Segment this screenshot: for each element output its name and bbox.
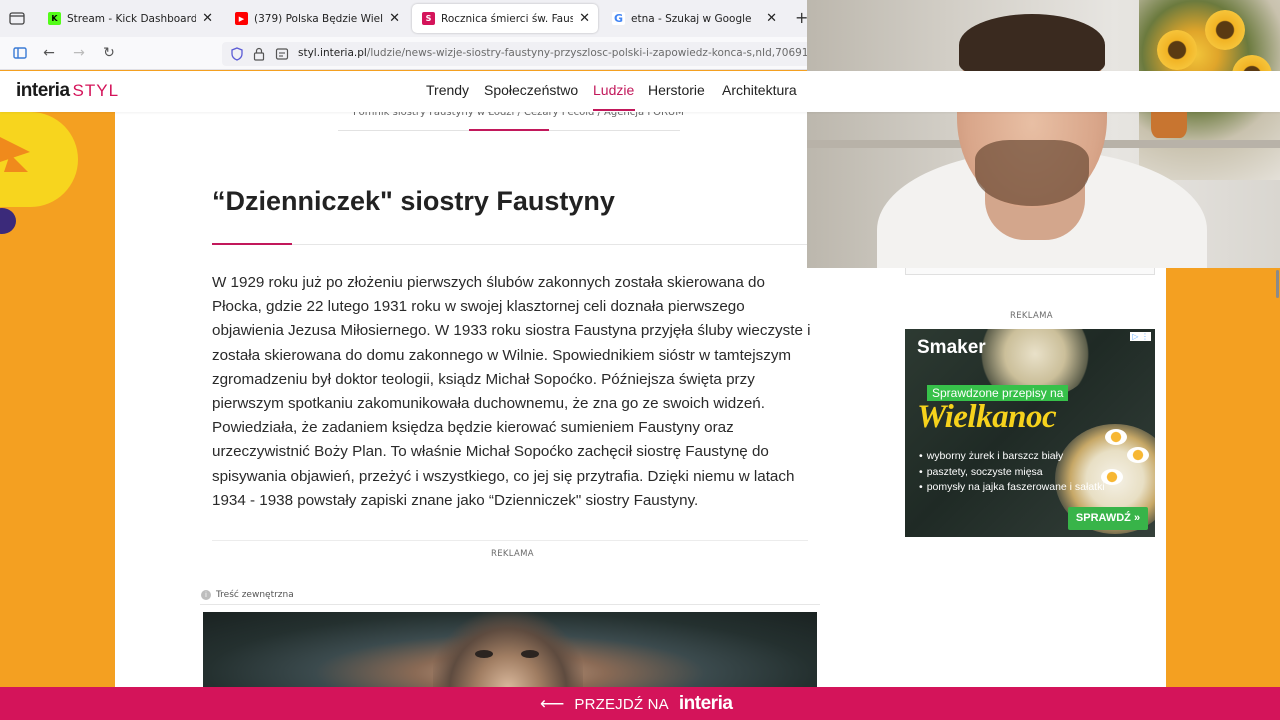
ad-headline: Wielkanoc	[917, 399, 1057, 435]
portrait-eye	[475, 650, 493, 658]
lock-icon[interactable]	[253, 47, 265, 61]
ad-brand: Smaker	[917, 337, 986, 358]
menu-item-trendy[interactable]: Trendy	[426, 82, 469, 98]
article-paragraph: W 1929 roku już po złożeniu pierwszych ś…	[212, 274, 811, 509]
sunflower	[1157, 30, 1197, 70]
forward-arrow-icon[interactable]: →	[71, 45, 87, 61]
tab-list-icon[interactable]	[9, 11, 25, 25]
arrow-left-icon: ⟵	[540, 694, 565, 713]
logo-brand: interia	[16, 80, 70, 101]
tab-title: Stream - Kick Dashboard	[67, 12, 197, 25]
url-text[interactable]: styl.interia.pl/ludzie/news-wizje-siostr…	[298, 47, 822, 59]
caption-divider-accent	[469, 129, 549, 131]
decor-leaf-icon	[0, 137, 30, 172]
streamer-hair	[959, 14, 1105, 76]
sidebar-ad-banner[interactable]: ▷ ⋮ Smaker Sprawdzone przepisy na Wielka…	[905, 329, 1155, 537]
page-info-icon[interactable]	[275, 47, 289, 61]
ad-bullet: pomysły na jajka faszerowane i sałatki	[919, 480, 1105, 496]
go-to-text: PRZEJDŹ NA	[574, 695, 669, 713]
ad-egg	[1127, 447, 1149, 463]
sidebar-ad-label: REKLAMA	[1010, 311, 1053, 321]
active-menu-underline	[593, 109, 635, 111]
external-content-label: i Treść zewnętrzna	[201, 590, 294, 600]
heading-divider-accent	[212, 243, 292, 245]
heading-divider	[212, 244, 808, 245]
ad-bullet: pasztety, soczyste mięsa	[919, 465, 1105, 481]
site-logo[interactable]: interia STYL	[16, 80, 119, 102]
tab-title: (379) Polska Będzie Wielka! Prze	[254, 12, 384, 25]
external-content-text: Treść zewnętrzna	[216, 590, 294, 600]
browser-tab-google[interactable]: G etna - Szukaj w Google ✕	[602, 4, 785, 33]
adchoices-icon[interactable]: ▷ ⋮	[1130, 332, 1151, 341]
ad-cta-button[interactable]: SPRAWDŹ »	[1068, 507, 1148, 530]
go-to-interia-link[interactable]: ⟵ PRZEJDŹ NA interia	[540, 693, 733, 715]
webcam-overlay	[807, 0, 1280, 268]
shield-icon[interactable]	[230, 47, 244, 61]
menu-item-ludzie[interactable]: Ludzie	[593, 82, 634, 98]
ad-separator	[212, 540, 808, 541]
browser-tab-youtube[interactable]: ▶ (379) Polska Będzie Wielka! Prze ✕	[225, 4, 408, 33]
tab-title: Rocznica śmierci św. Faustyny. C	[441, 12, 574, 25]
reload-icon[interactable]: ↻	[101, 45, 117, 61]
logo-section: STYL	[72, 81, 120, 100]
ad-bullet-list: wyborny żurek i barszcz biały pasztety, …	[919, 449, 1105, 496]
url-domain: styl.interia.pl	[298, 47, 367, 59]
menu-item-spoleczenstwo[interactable]: Społeczeństwo	[484, 82, 578, 98]
ad-egg	[1105, 429, 1127, 445]
url-path: /ludzie/news-wizje-siostry-faustyny-przy…	[366, 47, 822, 59]
close-tab-icon[interactable]: ✕	[389, 11, 400, 26]
interia-styl-favicon-icon: S	[422, 12, 435, 25]
page-scrollbar[interactable]	[1276, 270, 1279, 298]
close-tab-icon[interactable]: ✕	[202, 11, 213, 26]
decor-purple-shape	[0, 208, 16, 234]
portrait-eye	[521, 650, 539, 658]
portrait-face	[433, 612, 583, 688]
back-arrow-icon[interactable]: ←	[41, 45, 57, 61]
external-content-image[interactable]	[203, 612, 817, 688]
browser-tab-interia[interactable]: S Rocznica śmierci św. Faustyny. C ✕	[412, 4, 598, 33]
streamer-beard	[975, 140, 1089, 206]
tab-title: etna - Szukaj w Google	[631, 12, 752, 25]
menu-item-architektura[interactable]: Architektura	[722, 82, 797, 98]
site-header: interia STYL Trendy Społeczeństwo Ludzie …	[0, 71, 1280, 112]
close-tab-icon[interactable]: ✕	[579, 11, 590, 26]
sunflower	[1205, 10, 1245, 50]
kick-favicon-icon: K	[48, 12, 61, 25]
sidebar-toggle-icon[interactable]	[12, 45, 28, 61]
article-heading: “Dzienniczek" siostry Faustyny	[212, 186, 615, 216]
info-icon: i	[201, 590, 211, 600]
go-to-interia-bar[interactable]: ⟵ PRZEJDŹ NA interia	[0, 687, 1280, 720]
youtube-favicon-icon: ▶	[235, 12, 248, 25]
ad-label: REKLAMA	[491, 549, 534, 559]
interia-logo: interia	[678, 693, 733, 714]
browser-tab-kick[interactable]: K Stream - Kick Dashboard ✕	[38, 4, 221, 33]
google-favicon-icon: G	[612, 12, 625, 25]
ad-bullet: wyborny żurek i barszcz biały	[919, 449, 1105, 465]
close-tab-icon[interactable]: ✕	[766, 11, 777, 26]
menu-item-herstorie[interactable]: Herstorie	[648, 82, 705, 98]
